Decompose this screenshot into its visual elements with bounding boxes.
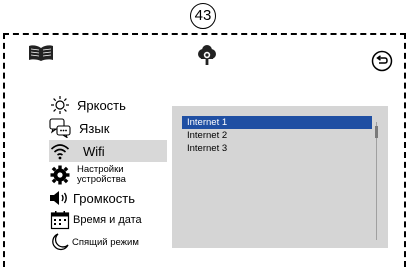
menu-item-label: Спящий режим [72, 236, 139, 248]
calendar-icon [49, 209, 71, 231]
settings-cloud-icon[interactable] [196, 44, 218, 66]
menu-item-language[interactable]: Язык [49, 116, 167, 140]
menu-item-label: Язык [79, 120, 110, 136]
menu-item-volume[interactable]: Громкость [49, 187, 167, 209]
scrollbar-thumb[interactable] [375, 126, 378, 138]
wifi-network-item[interactable]: Internet 2 [182, 129, 372, 142]
speaker-icon [49, 187, 71, 209]
menu-item-label-line2: устройства [77, 174, 126, 185]
wifi-network-item[interactable]: Internet 1 [182, 116, 372, 129]
menu-item-sleep[interactable]: Спящий режим [49, 231, 167, 253]
menu-item-label: Настройки устройства [77, 165, 126, 185]
gear-icon [49, 164, 71, 186]
menu-item-label: Wifi [83, 143, 105, 159]
menu-item-brightness[interactable]: Яркость [49, 94, 167, 116]
page-number: 43 [190, 3, 216, 29]
menu-item-label: Громкость [73, 190, 135, 206]
menu-item-wifi[interactable]: Wifi [49, 140, 167, 162]
open-book-icon[interactable] [28, 44, 54, 62]
back-arrow-icon[interactable] [371, 50, 393, 72]
wifi-network-list: Internet 1 Internet 2 Internet 3 [182, 116, 372, 155]
menu-item-label: Время и дата [73, 214, 142, 226]
wifi-network-item[interactable]: Internet 3 [182, 142, 372, 155]
menu-item-device-settings[interactable]: Настройки устройства [49, 163, 167, 187]
wifi-icon [49, 140, 71, 162]
speech-bubble-icon [49, 117, 71, 139]
moon-icon [49, 231, 71, 253]
menu-item-label: Яркость [77, 97, 126, 113]
sun-icon [49, 94, 71, 116]
scrollbar-track[interactable] [376, 122, 377, 240]
wifi-network-panel: Internet 1 Internet 2 Internet 3 [172, 106, 388, 248]
menu-item-datetime[interactable]: Время и дата [49, 209, 167, 231]
